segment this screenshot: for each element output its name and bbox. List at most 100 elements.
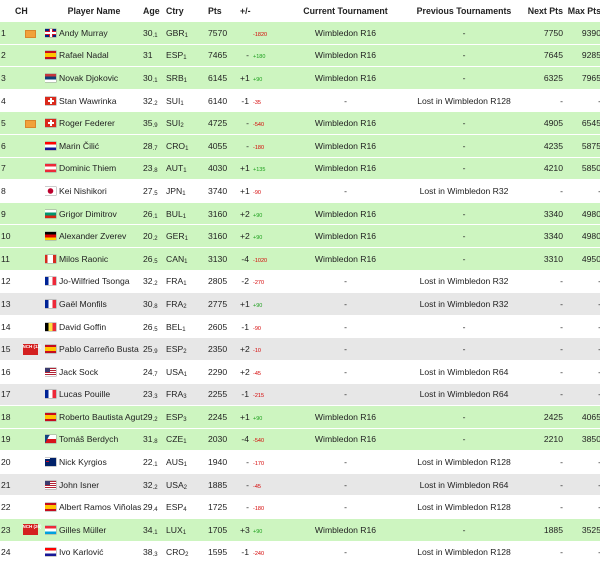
header-current-tournament[interactable]: Current Tournament <box>288 0 403 22</box>
player-name[interactable]: David Goffin <box>59 322 106 332</box>
player-name-cell[interactable]: Roger Federer <box>45 112 143 135</box>
table-row[interactable]: 4 Stan Wawrinka 32.2 SUI1 6140 -1 -35- Lost in … <box>0 89 600 112</box>
player-name-cell[interactable]: Andy Murray <box>45 22 143 44</box>
player-name-cell[interactable]: Tomáš Berdych <box>45 428 143 451</box>
table-row[interactable]: 13 Gaël Monfils 30.8 FRA2 2775 +1 +90- Lost in … <box>0 292 600 316</box>
player-name[interactable]: Pablo Carreño Busta <box>59 344 139 354</box>
player-name[interactable]: Jo-Wilfried Tsonga <box>59 276 130 286</box>
table-row[interactable]: 20 Nick Kyrgios 22.1 AUS1 1940- -170- Lost in … <box>0 450 600 474</box>
table-row[interactable]: 15 NCH (12) Pablo Carreño Busta 25.9 ESP2 235… <box>0 337 600 361</box>
current-tournament-cell: Wimbledon R16 <box>314 208 377 219</box>
table-row[interactable]: 18 Roberto Bautista Agut 29.2 ESP3 2245 +1 +90… <box>0 405 600 429</box>
table-row[interactable]: 2 Rafael Nadal 31 ESP1 7465- +180 Wimbledon R1… <box>0 44 600 67</box>
header-points[interactable]: Pts <box>208 0 240 22</box>
table-row[interactable]: 1 Andy Murray 30.1 GBR1 7570 -1820 Wimbledon R… <box>0 22 600 45</box>
player-name[interactable]: Andy Murray <box>59 28 108 38</box>
table-row[interactable]: 14David Goffin26.5BEL12605-1-90---- <box>0 315 600 338</box>
max-pts-cell: - <box>565 541 600 564</box>
player-name[interactable]: Roger Federer <box>59 118 115 128</box>
table-row[interactable]: 16 Jack Sock 24.7 USA1 2290 +2 -45- Lost in Wim… <box>0 360 600 383</box>
player-name-cell[interactable]: Milos Raonic <box>45 247 143 270</box>
player-name[interactable]: Tomáš Berdych <box>59 434 118 444</box>
player-name[interactable]: Roberto Bautista Agut <box>59 412 143 422</box>
country-rank: 1 <box>183 462 188 469</box>
player-name[interactable]: Stan Wawrinka <box>59 96 116 106</box>
header-next-pts[interactable]: Next Pts <box>525 0 565 22</box>
table-row[interactable]: 17 Lucas Pouille 23.3 FRA3 2255 -1 -215- Lost i… <box>0 383 600 406</box>
player-name[interactable]: John Isner <box>59 480 99 490</box>
player-name-cell[interactable]: Stan Wawrinka <box>45 89 143 112</box>
player-name[interactable]: Alexander Zverev <box>59 231 126 241</box>
player-name[interactable]: Gaël Monfils <box>59 299 107 309</box>
table-row[interactable]: 10 Alexander Zverev 20.2 GER1 3160 +2 +90 Wimbl… <box>0 224 600 248</box>
player-name-cell[interactable]: Nick Kyrgios <box>45 451 143 474</box>
player-name-cell[interactable]: Ivo Karlović <box>45 541 143 564</box>
table-row[interactable]: 6 Marin Čilić 28.7 CRO1 4055- -180 Wimbledon R… <box>0 134 600 158</box>
player-name[interactable]: Dominic Thiem <box>59 163 116 173</box>
player-name[interactable]: Marin Čilić <box>59 141 99 151</box>
table-row[interactable]: 8 Kei Nishikori 27.5 JPN1 3740 +1 -90- Lost in … <box>0 179 600 203</box>
table-row[interactable]: 24 Ivo Karlović 38.3 CRO2 1595 -1 -240- Lost in… <box>0 541 600 564</box>
age-decimal: .5 <box>152 326 158 333</box>
player-name-cell[interactable]: Albert Ramos Viñolas <box>45 496 143 519</box>
player-name-cell[interactable]: Jack Sock <box>45 360 143 383</box>
career-high-icon <box>24 119 36 128</box>
previous-tournaments-cell: - <box>462 118 466 129</box>
table-row[interactable]: 19 Tomáš Berdych 31.8 CZE1 2030 -4 -540 Wimbled… <box>0 428 600 451</box>
points-diff: -1820 <box>253 31 268 38</box>
country-rank: 1 <box>182 213 187 220</box>
player-name[interactable]: Ivo Karlović <box>59 547 103 557</box>
player-name-cell[interactable]: Rafael Nadal <box>45 44 143 67</box>
player-name[interactable]: Jack Sock <box>59 367 98 377</box>
table-row[interactable]: 9 Grigor Dimitrov 26.1 BUL1 3160 +2 +90 Wimbled… <box>0 202 600 225</box>
player-name-cell[interactable]: Dominic Thiem <box>45 157 143 180</box>
player-name[interactable]: Kei Nishikori <box>59 186 107 196</box>
player-name-cell[interactable]: Marin Čilić <box>45 134 143 157</box>
age-value: 35 <box>143 118 153 129</box>
table-row[interactable]: 23 NCH (26) Gilles Müller 34.1 LUX1 1705 +3 +90… <box>0 518 600 542</box>
header-max-pts[interactable]: Max Pts <box>565 0 600 22</box>
table-row[interactable]: 5 Roger Federer 35.9 SUI2 4725- -540 Wimbledon… <box>0 111 600 135</box>
table-row[interactable]: 21 John Isner 32.2 USA2 1885- -45- Lost in Wim… <box>0 473 600 496</box>
player-name[interactable]: Grigor Dimitrov <box>59 209 117 219</box>
header-plus-minus[interactable]: +/- <box>240 0 288 22</box>
table-row[interactable]: 22 Albert Ramos Viñolas 29.4 ESP4 1725- -180-… <box>0 495 600 519</box>
player-name-cell[interactable]: David Goffin <box>45 315 143 338</box>
player-name[interactable]: Gilles Müller <box>59 525 106 535</box>
player-name-cell[interactable]: Gilles Müller <box>45 519 143 542</box>
header-ch[interactable]: CH <box>15 0 45 22</box>
player-name[interactable]: Novak Djokovic <box>59 73 118 83</box>
player-name-cell[interactable]: Pablo Carreño Busta <box>45 338 143 361</box>
country-code: ESP <box>166 502 184 513</box>
previous-tournaments-cell: - <box>462 208 466 219</box>
player-name-cell[interactable]: Kei Nishikori <box>45 180 143 203</box>
max-pts-cell: 3525 <box>581 524 600 535</box>
country-code: GBR <box>166 27 185 38</box>
player-name[interactable]: Milos Raonic <box>59 254 108 264</box>
player-name-cell[interactable]: Roberto Bautista Agut <box>45 406 143 429</box>
rank-change: -4 <box>241 253 249 264</box>
header-age[interactable]: Age <box>143 0 166 22</box>
country-cell: LUX1 <box>166 519 208 542</box>
header-previous-tournaments[interactable]: Previous Tournaments <box>403 0 525 22</box>
header-player-name[interactable]: Player Name <box>45 0 143 22</box>
table-row[interactable]: 3 Novak Djokovic 30.1 SRB1 6145 +1 +90 Wimbledo… <box>0 66 600 90</box>
header-country[interactable]: Ctry <box>166 0 208 22</box>
player-name-cell[interactable]: Grigor Dimitrov <box>45 202 143 225</box>
player-name[interactable]: Rafael Nadal <box>59 50 109 60</box>
header-rank[interactable] <box>0 0 15 22</box>
player-name[interactable]: Albert Ramos Viñolas <box>59 502 141 512</box>
player-name-cell[interactable]: Novak Djokovic <box>45 67 143 90</box>
player-name-cell[interactable]: Gaël Monfils <box>45 293 143 316</box>
age-cell: 30.1 <box>143 67 166 90</box>
table-row[interactable]: 11 Milos Raonic 26.5 CAN1 3130 -4 -1020 Wimbled… <box>0 247 600 271</box>
player-name-cell[interactable]: Jo-Wilfried Tsonga <box>45 270 143 293</box>
table-row[interactable]: 7 Dominic Thiem 23.8 AUT1 4030 +1 +135 Wimbledo… <box>0 157 600 180</box>
player-name[interactable]: Nick Kyrgios <box>59 457 107 467</box>
player-name[interactable]: Lucas Pouille <box>59 389 110 399</box>
player-name-cell[interactable]: John Isner <box>45 473 143 496</box>
current-tournament-cell: Wimbledon R16 <box>314 253 377 264</box>
player-name-cell[interactable]: Alexander Zverev <box>45 225 143 248</box>
player-name-cell[interactable]: Lucas Pouille <box>45 383 143 406</box>
table-row[interactable]: 12 Jo-Wilfried Tsonga 32.2 FRA1 2805 -2 -270- L… <box>0 270 600 293</box>
